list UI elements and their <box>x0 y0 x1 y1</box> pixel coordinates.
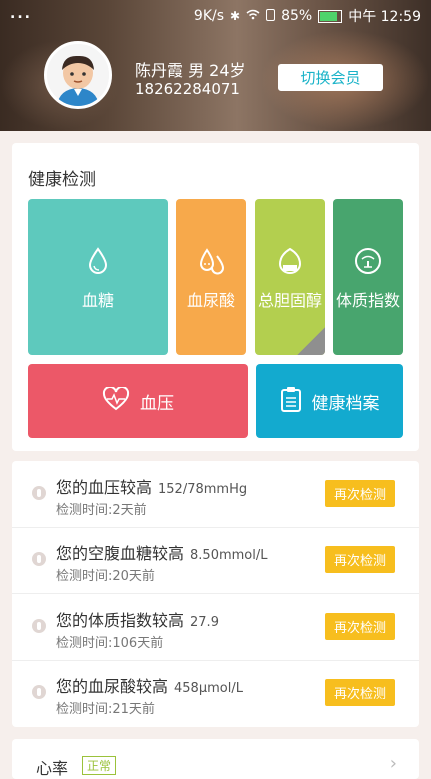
retest-button[interactable]: 再次检测 <box>325 480 395 507</box>
alert-value: 152/78mmHg <box>158 482 248 497</box>
chevron-right-icon: › <box>389 753 397 774</box>
health-check-card: 健康检测 血糖 血尿酸 总胆固醇 体质指数 血压 健康档案 <box>12 143 419 451</box>
tile-bmi[interactable]: 体质指数 <box>333 199 403 355</box>
list-item: 您的血压较高 152/78mmHg 检测时间:2天前 再次检测 <box>12 461 419 528</box>
alert-time: 检测时间:106天前 <box>56 636 164 651</box>
status-right: 9K/s ✱ 85% 中午 12:59 <box>194 6 421 26</box>
alert-value: 458μmol/L <box>174 681 243 696</box>
alert-time: 检测时间:2天前 <box>56 503 147 518</box>
retest-button[interactable]: 再次检测 <box>325 679 395 706</box>
alert-title: 您的体质指数较高 27.9 <box>56 611 219 630</box>
tile-blood-pressure[interactable]: 血压 <box>28 364 248 438</box>
gauge-icon <box>354 247 382 279</box>
bottom-label: 心率 <box>36 759 69 778</box>
link-corner-icon <box>297 327 325 355</box>
heart-rate-card[interactable]: 心率 正常 › <box>12 739 419 779</box>
tile-blood-sugar[interactable]: 血糖 <box>28 199 168 355</box>
bluetooth-icon: ✱ <box>230 9 241 23</box>
switch-member-button[interactable]: 切换会员 <box>278 64 383 91</box>
clock: 中午 12:59 <box>348 9 421 25</box>
drop-icon <box>87 247 109 279</box>
retest-button[interactable]: 再次检测 <box>325 546 395 573</box>
tile-label: 血尿酸 <box>186 291 235 310</box>
avatar[interactable] <box>44 41 112 109</box>
tile-health-records[interactable]: 健康档案 <box>256 364 403 438</box>
heart-pulse-icon <box>102 385 130 416</box>
network-speed: 9K/s <box>193 8 225 24</box>
status-badge: 正常 <box>82 756 117 775</box>
alert-value: 8.50mmol/L <box>190 548 268 563</box>
phone-signal-icon <box>266 8 276 24</box>
alert-title: 您的血尿酸较高 458μmol/L <box>56 677 243 696</box>
alert-icon <box>32 486 46 500</box>
alert-time: 检测时间:21天前 <box>56 702 155 717</box>
tile-label: 血压 <box>140 393 174 414</box>
alert-time: 检测时间:20天前 <box>56 569 155 584</box>
alert-value: 27.9 <box>190 615 219 630</box>
tile-label: 总胆固醇 <box>257 291 322 310</box>
section-title: 健康检测 <box>28 170 96 190</box>
alert-title: 您的空腹血糖较高 8.50mmol/L <box>56 544 268 563</box>
user-phone: 18262284071 <box>135 80 240 98</box>
drops-icon <box>196 247 226 279</box>
tile-cholesterol[interactable]: 总胆固醇 <box>255 199 325 355</box>
user-name: 陈丹霞 男 24岁 <box>135 61 246 80</box>
tile-label: 血糖 <box>81 291 114 310</box>
wifi-icon <box>246 9 260 23</box>
alert-list: 您的血压较高 152/78mmHg 检测时间:2天前 再次检测 您的空腹血糖较高 8… <box>12 461 419 727</box>
clipboard-icon <box>280 386 302 417</box>
list-item: 您的空腹血糖较高 8.50mmol/L 检测时间:20天前 再次检测 <box>12 527 419 594</box>
notification-dots: ... <box>10 6 32 22</box>
battery-percent: 85% <box>281 8 313 24</box>
tile-label: 健康档案 <box>311 393 380 414</box>
retest-button[interactable]: 再次检测 <box>325 613 395 640</box>
battery-icon <box>318 9 343 23</box>
profile-header: ... 9K/s ✱ 85% 中午 12:59 陈丹霞 男 24岁 182622… <box>0 0 431 131</box>
alert-title: 您的血压较高 152/78mmHg <box>56 478 248 497</box>
alert-icon <box>32 685 46 699</box>
list-item: 您的体质指数较高 27.9 检测时间:106天前 再次检测 <box>12 594 419 661</box>
status-bar: ... 9K/s ✱ 85% 中午 12:59 <box>0 0 431 30</box>
egg-icon <box>278 247 302 279</box>
list-item: 您的血尿酸较高 458μmol/L 检测时间:21天前 再次检测 <box>12 660 419 726</box>
alert-icon <box>32 619 46 633</box>
tile-uric-acid[interactable]: 血尿酸 <box>176 199 246 355</box>
alert-icon <box>32 552 46 566</box>
tile-label: 体质指数 <box>335 291 400 310</box>
